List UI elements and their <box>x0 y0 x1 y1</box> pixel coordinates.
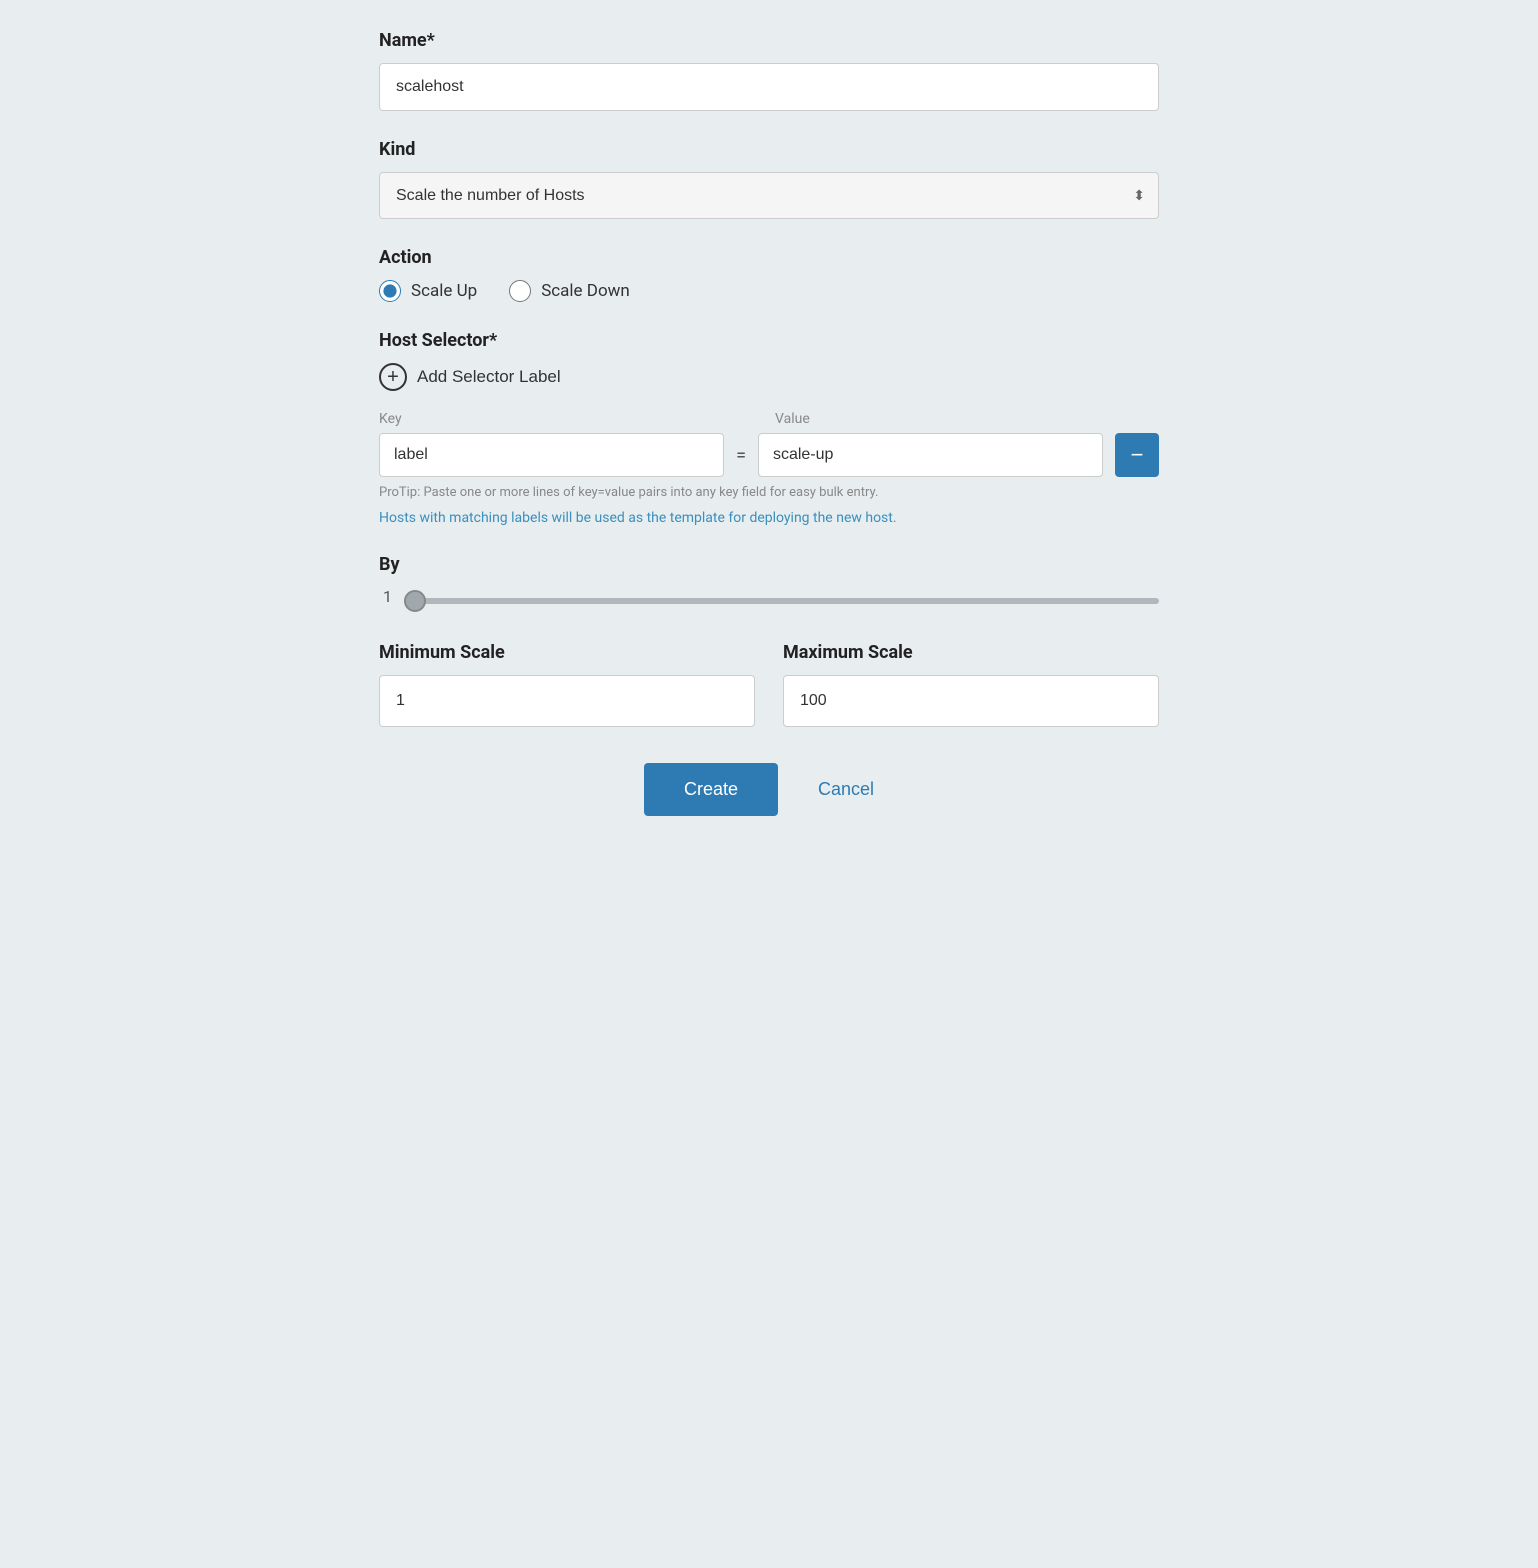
scale-up-option[interactable]: Scale Up <box>379 280 477 302</box>
form-container: Name* Kind Scale the number of Hosts Sca… <box>379 30 1159 816</box>
scale-up-label: Scale Up <box>411 281 477 301</box>
name-label: Name* <box>379 30 1159 51</box>
pro-tip-text: ProTip: Paste one or more lines of key=v… <box>379 485 1159 500</box>
scale-up-radio[interactable] <box>379 280 401 302</box>
name-group: Name* <box>379 30 1159 111</box>
key-value-row: = − <box>379 433 1159 477</box>
kind-select[interactable]: Scale the number of Hosts Scale CPU Scal… <box>379 172 1159 219</box>
key-input[interactable] <box>379 433 724 477</box>
scale-down-label: Scale Down <box>541 281 630 301</box>
kind-label: Kind <box>379 139 1159 160</box>
by-label: By <box>379 554 1159 575</box>
by-section: By 1 <box>379 554 1159 614</box>
value-column-label: Value <box>775 411 1103 427</box>
template-info-text: Hosts with matching labels will be used … <box>379 510 1159 526</box>
value-input[interactable] <box>758 433 1103 477</box>
by-value: 1 <box>379 587 392 606</box>
key-value-labels: Key Value <box>379 411 1159 427</box>
minimum-scale-group: Minimum Scale <box>379 642 755 727</box>
maximum-scale-input[interactable] <box>783 675 1159 727</box>
scale-down-radio[interactable] <box>509 280 531 302</box>
action-label: Action <box>379 247 1159 268</box>
add-selector-icon: + <box>379 363 407 391</box>
minimum-scale-label: Minimum Scale <box>379 642 755 663</box>
name-input[interactable] <box>379 63 1159 111</box>
min-max-row: Minimum Scale Maximum Scale <box>379 642 1159 727</box>
add-selector-label-text: Add Selector Label <box>417 367 561 387</box>
action-radio-group: Scale Up Scale Down <box>379 280 1159 302</box>
minimum-scale-input[interactable] <box>379 675 755 727</box>
key-column-label: Key <box>379 411 707 427</box>
host-selector-group: Host Selector* + Add Selector Label Key … <box>379 330 1159 526</box>
maximum-scale-label: Maximum Scale <box>783 642 1159 663</box>
by-slider[interactable] <box>404 598 1159 604</box>
action-group: Action Scale Up Scale Down <box>379 247 1159 302</box>
kind-select-wrapper: Scale the number of Hosts Scale CPU Scal… <box>379 172 1159 219</box>
slider-wrapper: 1 <box>379 587 1159 614</box>
add-selector-button[interactable]: + Add Selector Label <box>379 363 561 391</box>
key-value-separator: = <box>736 445 746 466</box>
cancel-button[interactable]: Cancel <box>798 763 894 816</box>
maximum-scale-group: Maximum Scale <box>783 642 1159 727</box>
form-actions: Create Cancel <box>379 763 1159 816</box>
remove-icon: − <box>1131 442 1144 468</box>
kind-group: Kind Scale the number of Hosts Scale CPU… <box>379 139 1159 219</box>
scale-down-option[interactable]: Scale Down <box>509 280 630 302</box>
create-button[interactable]: Create <box>644 763 778 816</box>
host-selector-label: Host Selector* <box>379 330 1159 351</box>
remove-selector-button[interactable]: − <box>1115 433 1159 477</box>
